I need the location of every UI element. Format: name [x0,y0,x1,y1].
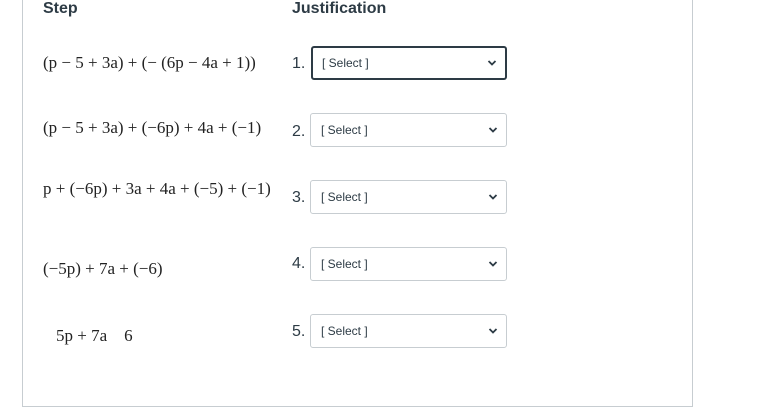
step-number-1: 1. [292,55,306,72]
chevron-down-icon [488,125,498,135]
justification-select-1[interactable]: [ Select ] [311,46,507,80]
step-row-5: 5p + 7a 6 5. [ Select ] [0,314,777,348]
step-row-1: (p − 5 + 3a) + (− (6p − 4a + 1)) 1. [ Se… [0,46,777,80]
justification-column-header: Justification [292,0,387,17]
step-row-3: p + (−6p) + 3a + 4a + (−5) + (−1) 3. [ S… [0,179,777,214]
chevron-down-icon [487,58,497,68]
step-column-header: Step [43,0,78,17]
step-number-3: 3. [292,189,306,206]
step-expression-2: (p − 5 + 3a) + (−6p) + 4a + (−1) [43,118,262,137]
step-expression-5: 5p + 7a 6 [56,326,133,345]
step-row-4: (−5p) + 7a + (−6) 4. [ Select ] [0,247,777,281]
justification-select-4[interactable]: [ Select ] [310,247,507,281]
select-value-2: [ Select ] [321,123,368,137]
justification-select-2[interactable]: [ Select ] [310,113,507,147]
step-expression-4: (−5p) + 7a + (−6) [43,259,163,278]
step-number-2: 2. [292,123,306,140]
select-value-4: [ Select ] [321,257,368,271]
justification-select-5[interactable]: [ Select ] [310,314,507,348]
step-number-5: 5. [292,323,306,340]
step-expression-1: (p − 5 + 3a) + (− (6p − 4a + 1)) [43,53,256,72]
select-value-1: [ Select ] [322,56,369,70]
select-value-5: [ Select ] [321,324,368,338]
select-value-3: [ Select ] [321,190,368,204]
step-expression-3: p + (−6p) + 3a + 4a + (−5) + (−1) [43,179,271,198]
step-number-4: 4. [292,255,306,272]
step-row-2: (p − 5 + 3a) + (−6p) + 4a + (−1) 2. [ Se… [0,113,777,147]
justification-select-3[interactable]: [ Select ] [310,180,507,214]
chevron-down-icon [488,326,498,336]
chevron-down-icon [488,259,498,269]
chevron-down-icon [488,192,498,202]
